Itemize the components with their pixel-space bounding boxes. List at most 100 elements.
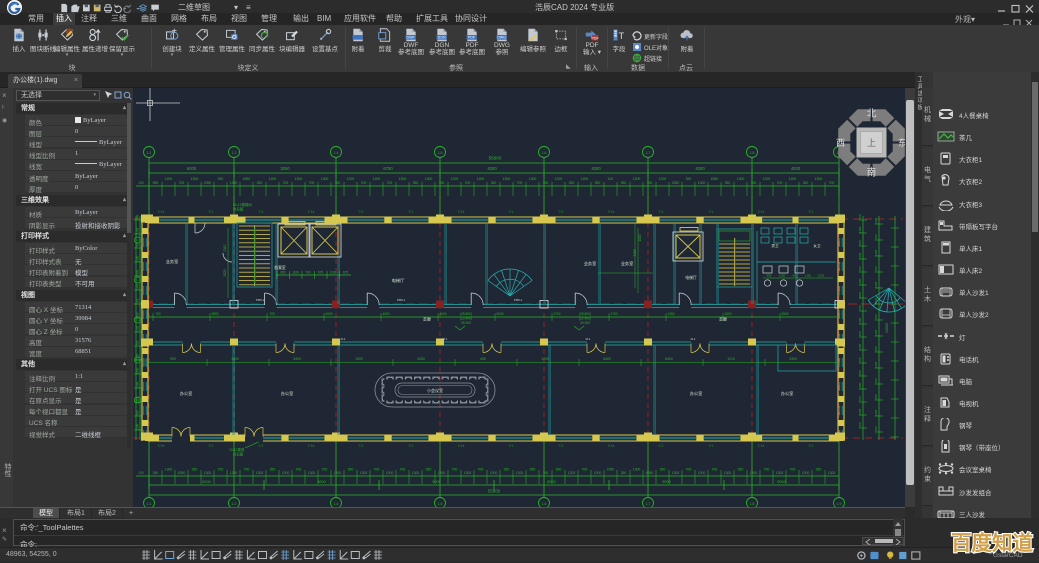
svg-text:700: 700 bbox=[647, 181, 653, 185]
svg-text:小会议室: 小会议室 bbox=[427, 387, 443, 393]
svg-text:1300: 1300 bbox=[776, 471, 784, 475]
svg-text:1-5: 1-5 bbox=[438, 502, 443, 506]
svg-text:东: 东 bbox=[898, 137, 905, 148]
svg-text:3400: 3400 bbox=[417, 357, 425, 361]
svg-text:700: 700 bbox=[465, 181, 471, 185]
svg-text:1150: 1150 bbox=[779, 274, 785, 278]
svg-text:950: 950 bbox=[621, 181, 627, 185]
svg-text:350: 350 bbox=[738, 468, 744, 472]
svg-text:700: 700 bbox=[790, 468, 796, 472]
svg-text:350: 350 bbox=[218, 177, 224, 181]
svg-text:850: 850 bbox=[793, 274, 798, 278]
svg-text:PDF: PDF bbox=[468, 36, 476, 40]
svg-text:西: 西 bbox=[836, 138, 845, 148]
svg-text:3500: 3500 bbox=[781, 312, 788, 316]
svg-text:M-1: M-1 bbox=[586, 337, 591, 341]
svg-text:2350: 2350 bbox=[672, 181, 680, 185]
svg-text:350: 350 bbox=[686, 177, 692, 181]
svg-text:1300: 1300 bbox=[858, 278, 862, 285]
svg-text:档案室: 档案室 bbox=[274, 265, 286, 270]
svg-text:950: 950 bbox=[153, 181, 159, 185]
svg-text:700: 700 bbox=[858, 240, 862, 245]
svg-text:1-8: 1-8 bbox=[750, 502, 755, 506]
svg-text:6002: 6002 bbox=[858, 291, 862, 298]
svg-text:700: 700 bbox=[874, 266, 878, 271]
svg-text:1100: 1100 bbox=[292, 271, 299, 275]
svg-text:1-9: 1-9 bbox=[837, 502, 842, 506]
svg-text:2400: 2400 bbox=[789, 357, 797, 361]
svg-text:675: 675 bbox=[343, 271, 349, 275]
svg-text:700: 700 bbox=[322, 468, 328, 472]
svg-text:350: 350 bbox=[858, 370, 862, 375]
svg-text:1300: 1300 bbox=[858, 317, 862, 324]
svg-text:1300: 1300 bbox=[355, 357, 363, 361]
svg-text:700: 700 bbox=[858, 357, 862, 362]
svg-text:1-1: 1-1 bbox=[147, 502, 152, 506]
svg-text:950: 950 bbox=[556, 468, 562, 472]
svg-text:8000: 8000 bbox=[547, 480, 555, 484]
svg-text:350: 350 bbox=[874, 346, 878, 351]
svg-text:700: 700 bbox=[452, 468, 458, 472]
svg-text:700: 700 bbox=[543, 181, 549, 185]
svg-text:1300: 1300 bbox=[373, 177, 381, 181]
svg-text:700: 700 bbox=[218, 468, 224, 472]
svg-text:700: 700 bbox=[296, 468, 302, 472]
svg-text:1300: 1300 bbox=[321, 177, 329, 181]
svg-text:700: 700 bbox=[858, 305, 862, 310]
svg-text:PM5-1: PM5-1 bbox=[256, 298, 265, 302]
svg-text:700: 700 bbox=[874, 314, 878, 319]
svg-text:6000: 6000 bbox=[202, 480, 210, 484]
svg-text:1-2: 1-2 bbox=[232, 151, 237, 155]
svg-text:1300: 1300 bbox=[464, 471, 472, 475]
svg-text:1300: 1300 bbox=[477, 177, 485, 181]
svg-text:3400: 3400 bbox=[293, 357, 301, 361]
svg-text:6350: 6350 bbox=[711, 177, 719, 181]
svg-text:1-5: 1-5 bbox=[438, 151, 443, 155]
svg-text:1200: 1200 bbox=[136, 227, 140, 234]
svg-text:33000: 33000 bbox=[885, 323, 889, 333]
svg-text:北: 北 bbox=[867, 109, 877, 120]
svg-text:1300: 1300 bbox=[230, 471, 238, 475]
svg-text:1200: 1200 bbox=[633, 177, 641, 181]
svg-text:700: 700 bbox=[478, 468, 484, 472]
svg-text:9000: 9000 bbox=[432, 480, 440, 484]
svg-text:10.12楼梯: 10.12楼梯 bbox=[229, 447, 245, 452]
svg-text:C-1: C-1 bbox=[809, 444, 814, 448]
svg-text:950: 950 bbox=[595, 181, 601, 185]
svg-text:350: 350 bbox=[153, 471, 159, 475]
svg-text:6350: 6350 bbox=[646, 471, 654, 475]
svg-text:1100: 1100 bbox=[330, 271, 337, 275]
svg-text:2000: 2000 bbox=[136, 367, 140, 374]
svg-text:C-1: C-1 bbox=[509, 210, 514, 214]
svg-text:办公室: 办公室 bbox=[781, 390, 794, 397]
svg-text:55900: 55900 bbox=[488, 489, 501, 494]
svg-text:C-1a: C-1a bbox=[158, 444, 165, 448]
svg-text:C-1: C-1 bbox=[709, 210, 714, 214]
svg-text:700: 700 bbox=[244, 468, 250, 472]
svg-text:1300: 1300 bbox=[412, 471, 420, 475]
svg-text:男卫: 男卫 bbox=[771, 243, 779, 248]
svg-text:350: 350 bbox=[257, 181, 263, 185]
svg-text:1300: 1300 bbox=[347, 177, 355, 181]
svg-text:1-6: 1-6 bbox=[542, 502, 547, 506]
svg-text:1-4: 1-4 bbox=[334, 151, 339, 155]
svg-text:C-1a: C-1a bbox=[308, 210, 315, 214]
svg-text:350: 350 bbox=[858, 331, 862, 336]
svg-text:1300: 1300 bbox=[334, 471, 342, 475]
svg-text:350: 350 bbox=[413, 181, 419, 185]
svg-text:700: 700 bbox=[751, 181, 757, 185]
svg-text:700: 700 bbox=[439, 181, 445, 185]
svg-text:1300: 1300 bbox=[282, 471, 290, 475]
svg-text:350: 350 bbox=[491, 181, 497, 185]
svg-text:90.12楼梯间: 90.12楼梯间 bbox=[233, 202, 252, 207]
svg-text:1300: 1300 bbox=[633, 468, 641, 472]
svg-text:9000: 9000 bbox=[317, 480, 325, 484]
svg-text:走廊: 走廊 bbox=[423, 316, 431, 322]
svg-text:女卫: 女卫 bbox=[813, 243, 821, 248]
svg-text:350: 350 bbox=[621, 471, 627, 475]
svg-text:4000: 4000 bbox=[439, 312, 446, 316]
svg-text:3800: 3800 bbox=[211, 312, 218, 316]
svg-text:1300: 1300 bbox=[815, 177, 823, 181]
svg-text:350: 350 bbox=[858, 214, 862, 219]
svg-text:C-1a: C-1a bbox=[608, 444, 615, 448]
